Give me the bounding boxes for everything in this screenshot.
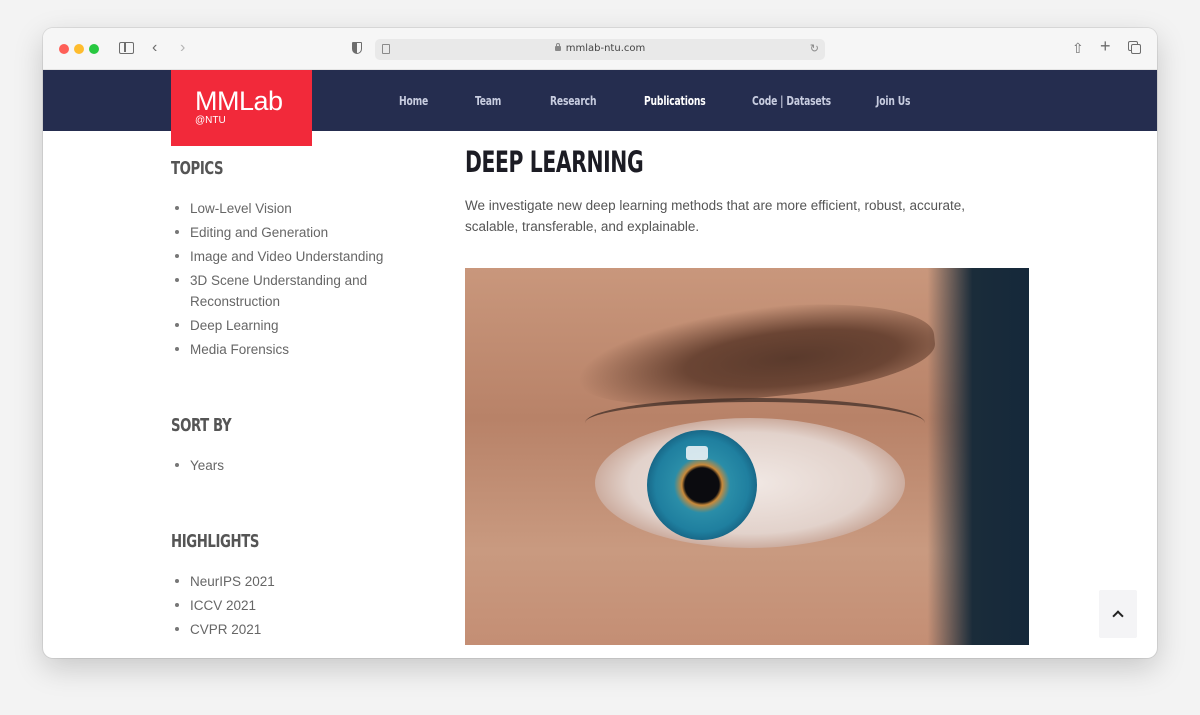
close-window-button[interactable] [59, 44, 69, 54]
share-icon[interactable]: ⇧ [1072, 41, 1084, 55]
lock-icon [554, 43, 561, 51]
highlight-item[interactable]: CVPR 2021 [171, 619, 275, 643]
nav-join-us[interactable]: Join Us [876, 94, 910, 108]
sidebar-icon[interactable] [119, 42, 134, 54]
topics-heading: TOPICS [171, 158, 224, 179]
sort-item-years[interactable]: Years [171, 455, 224, 479]
chevron-up-icon [1112, 610, 1124, 622]
topic-item[interactable]: 3D Scene Understanding and Reconstructio… [171, 270, 381, 315]
url-display[interactable]: mmlab-ntu.com [375, 43, 825, 54]
hero-image [465, 268, 1029, 645]
page-title: DEEP LEARNING [465, 145, 644, 179]
browser-window: ‹ › mmlab-ntu.com ↻ ⇧ + MMLab @NTU Home … [43, 28, 1157, 658]
topic-item[interactable]: Low-Level Vision [171, 198, 383, 222]
browser-toolbar: ‹ › mmlab-ntu.com ↻ ⇧ + [43, 28, 1157, 70]
plus-icon[interactable]: + [1100, 37, 1111, 55]
topic-item[interactable]: Media Forensics [171, 339, 383, 363]
url-text: mmlab-ntu.com [565, 43, 646, 54]
page-description: We investigate new deep learning methods… [465, 198, 966, 234]
nav-research[interactable]: Research [550, 94, 596, 108]
shield-icon[interactable] [352, 42, 362, 54]
topic-item[interactable]: Image and Video Understanding [171, 246, 383, 270]
eyelid-shape [585, 398, 925, 448]
sort-by-heading: SORT BY [171, 415, 232, 436]
topic-item[interactable]: Editing and Generation [171, 222, 383, 246]
topics-list: Low-Level Vision Editing and Generation … [171, 198, 383, 363]
logo-subtext: @NTU [195, 115, 226, 126]
minimize-window-button[interactable] [74, 44, 84, 54]
nav-publications[interactable]: Publications [644, 94, 706, 108]
chevron-left-icon[interactable]: ‹ [152, 40, 157, 56]
sort-by-list: Years [171, 455, 224, 479]
site-logo[interactable]: MMLab @NTU [171, 70, 312, 146]
highlight-item[interactable]: NeurIPS 2021 [171, 571, 275, 595]
topic-item[interactable]: Deep Learning [171, 315, 383, 339]
back-to-top-button[interactable] [1099, 590, 1137, 638]
chevron-right-icon[interactable]: › [180, 40, 185, 56]
highlights-heading: HIGHLIGHTS [171, 531, 259, 552]
nav-team[interactable]: Team [475, 94, 501, 108]
nav-home[interactable]: Home [399, 94, 428, 108]
address-bar[interactable]: mmlab-ntu.com ↻ [375, 39, 825, 60]
highlights-list: NeurIPS 2021 ICCV 2021 CVPR 2021 [171, 571, 275, 643]
reload-icon[interactable]: ↻ [810, 42, 819, 55]
highlight-item[interactable]: ICCV 2021 [171, 595, 275, 619]
nav-code-datasets[interactable]: Code | Datasets [752, 94, 831, 108]
logo-text: MMLab [195, 86, 283, 116]
eye-glint [686, 446, 708, 460]
zoom-window-button[interactable] [89, 44, 99, 54]
